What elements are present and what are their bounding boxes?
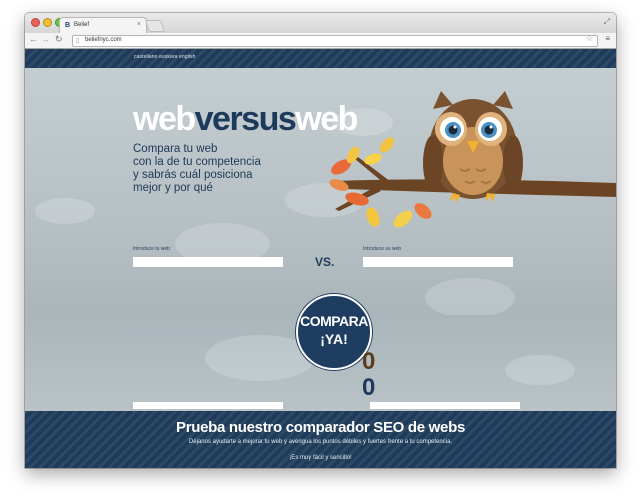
browser-toolbar: ← → ↻ ▯ beliefnyc.com ☆ ≡ xyxy=(25,33,616,49)
owl-illustration xyxy=(329,91,616,228)
your-web-input[interactable] xyxy=(133,257,283,267)
tab-title: Belief xyxy=(74,22,90,28)
versus-label: VS. xyxy=(315,255,335,269)
new-tab-button[interactable] xyxy=(144,20,166,32)
title-versus: versus xyxy=(194,100,297,138)
compare-button[interactable]: COMPARA ¡YA! xyxy=(296,294,372,370)
cloud xyxy=(425,278,515,318)
address-bar[interactable]: ▯ beliefnyc.com xyxy=(72,35,598,47)
cloud xyxy=(35,198,95,224)
score-right: 0 xyxy=(362,374,376,401)
language-links[interactable]: castellano euskara english xyxy=(134,54,196,60)
score-bar-left xyxy=(133,402,283,409)
top-bar: castellano euskara english xyxy=(25,49,616,68)
title-web-first: web xyxy=(133,100,196,138)
your-web-label: Introduce tu web xyxy=(133,246,170,252)
forward-arrow-icon[interactable]: → xyxy=(41,34,50,44)
page-content: castellano euskara english webversusweb … xyxy=(25,49,616,468)
reload-icon[interactable]: ↻ xyxy=(55,34,63,45)
hero-subtitle: Compara tu web con la de tu competencia … xyxy=(133,143,261,195)
subtitle-line: con la de tu competencia xyxy=(133,156,261,168)
their-web-input[interactable] xyxy=(363,257,513,267)
their-web-label: Introduce su web xyxy=(363,246,402,252)
tab-close-icon[interactable]: × xyxy=(137,21,141,28)
browser-window: B Belief × ⤢ ← → ↻ ▯ beliefnyc.com ☆ ≡ c… xyxy=(25,13,616,468)
browser-tab[interactable]: B Belief × xyxy=(59,17,147,34)
owl xyxy=(423,91,523,203)
compare-button-line2: ¡YA! xyxy=(320,331,348,347)
address-url: beliefnyc.com xyxy=(85,37,122,43)
bookmark-star-icon[interactable]: ☆ xyxy=(586,34,593,43)
score-left: 0 xyxy=(362,348,376,375)
footer-headline: Prueba nuestro comparador SEO de webs xyxy=(176,419,465,436)
cloud xyxy=(505,355,575,385)
tab-favicon: B xyxy=(65,22,71,29)
footer-description: Déjanos ayudarte a mejorar tu web y aver… xyxy=(188,439,453,445)
compare-button-line1: COMPARA xyxy=(300,313,368,329)
subtitle-line: mejor y por qué xyxy=(133,182,213,194)
close-window-button[interactable] xyxy=(31,18,40,27)
score-bar-right xyxy=(370,402,520,409)
subtitle-line: Compara tu web xyxy=(133,143,218,155)
footer-tagline: ¡Es muy fácil y sencillo! xyxy=(289,455,352,461)
footer-banner: Prueba nuestro comparador SEO de webs Dé… xyxy=(25,411,616,468)
subtitle-line: y sabrás cuál posiciona xyxy=(133,169,253,181)
page-icon: ▯ xyxy=(76,38,80,44)
back-arrow-icon[interactable]: ← xyxy=(29,34,38,44)
title-bar: B Belief × ⤢ xyxy=(25,13,616,34)
menu-icon[interactable]: ≡ xyxy=(605,34,610,43)
fullscreen-icon[interactable]: ⤢ xyxy=(604,17,610,27)
minimize-window-button[interactable] xyxy=(43,18,52,27)
